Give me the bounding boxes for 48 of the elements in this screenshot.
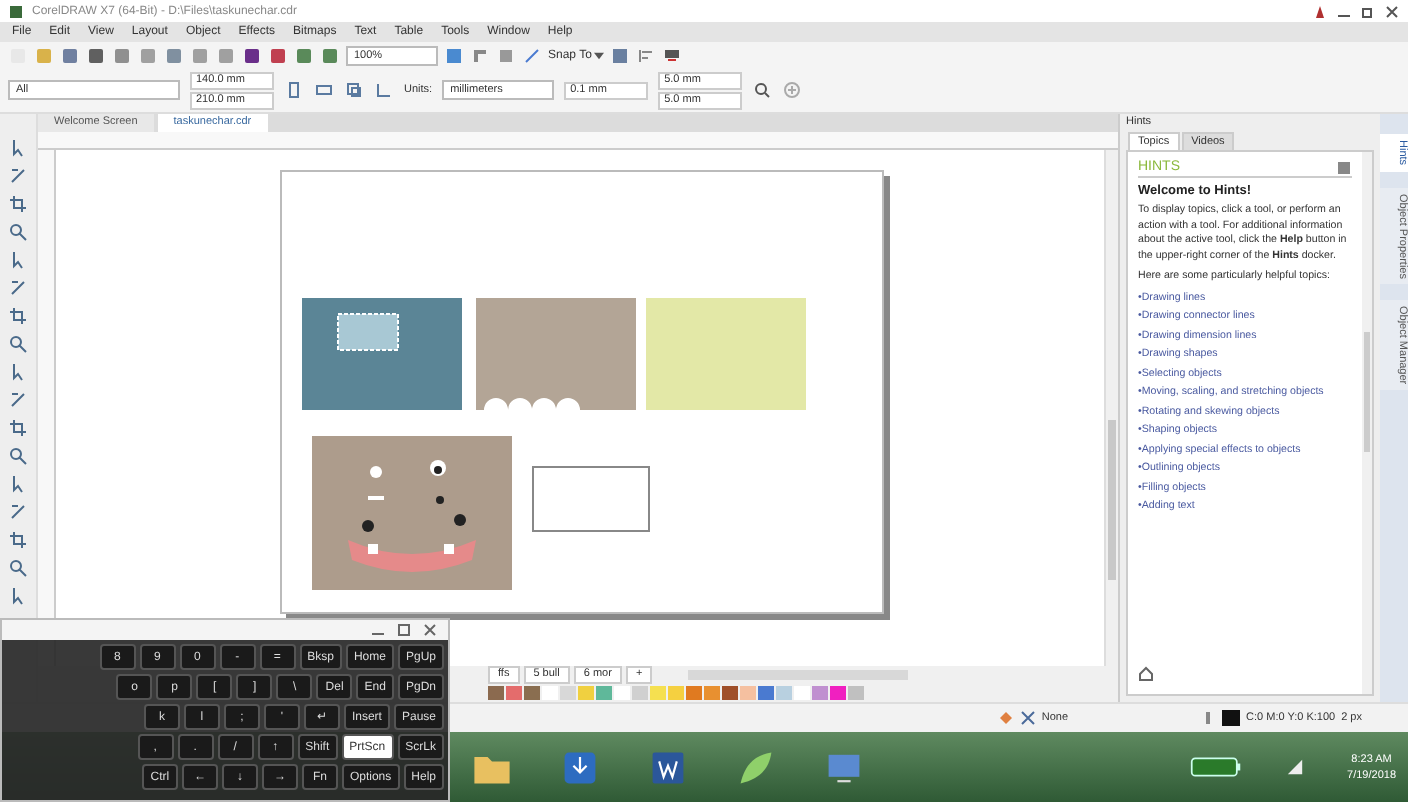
- color-swatch[interactable]: [758, 686, 774, 700]
- color-swatch[interactable]: [776, 686, 792, 700]
- battery-icon[interactable]: [1189, 756, 1242, 778]
- restore-icon[interactable]: [396, 622, 412, 638]
- restore-icon[interactable]: [1360, 3, 1376, 19]
- outlined-rectangle: [532, 466, 650, 532]
- app-logo-icon: [8, 3, 24, 19]
- color-swatch[interactable]: [488, 686, 504, 700]
- caret-icon[interactable]: [593, 51, 604, 59]
- color-swatch[interactable]: [542, 686, 558, 700]
- color-swatch[interactable]: [794, 686, 810, 700]
- alignment-icon[interactable]: [635, 45, 656, 65]
- color-swatch[interactable]: [578, 686, 594, 700]
- color-swatch[interactable]: [614, 686, 630, 700]
- portrait-icon[interactable]: [284, 80, 304, 100]
- zoom-icon[interactable]: [752, 80, 773, 100]
- zoom-icon[interactable]: [8, 222, 28, 242]
- color-swatch[interactable]: [506, 686, 522, 700]
- color-swatch[interactable]: [848, 686, 864, 700]
- color-swatch[interactable]: [704, 686, 720, 700]
- all-pages-icon[interactable]: [344, 80, 364, 100]
- crop-icon[interactable]: [8, 194, 28, 214]
- monitor-icon[interactable]: [661, 45, 682, 65]
- color-swatch[interactable]: [524, 686, 540, 700]
- signal-icon[interactable]: [1285, 758, 1304, 776]
- outline-color-swatch: [1222, 710, 1241, 726]
- color-swatch[interactable]: [722, 686, 738, 700]
- horizontal-scrollbar[interactable]: [688, 670, 909, 680]
- no-fill-icon: [1019, 710, 1036, 726]
- color-swatch[interactable]: [560, 686, 576, 700]
- close-icon[interactable]: [422, 622, 438, 638]
- close-icon[interactable]: [1384, 3, 1400, 19]
- vertical-scrollbar[interactable]: [1104, 150, 1118, 666]
- home-icon[interactable]: [1138, 666, 1154, 682]
- docker-scrollbar[interactable]: [1362, 152, 1372, 694]
- color-swatch[interactable]: [596, 686, 612, 700]
- color-swatch[interactable]: [686, 686, 702, 700]
- color-swatch[interactable]: [830, 686, 846, 700]
- guidelines-icon[interactable]: [522, 45, 542, 65]
- current-page-icon[interactable]: [374, 80, 394, 100]
- fill-bucket-icon: [997, 710, 1014, 726]
- color-swatch[interactable]: [740, 686, 756, 700]
- color-swatch[interactable]: [812, 686, 828, 700]
- color-swatch[interactable]: [668, 686, 684, 700]
- add-icon[interactable]: [782, 80, 803, 100]
- color-swatch[interactable]: [632, 686, 648, 700]
- landscape-icon[interactable]: [314, 80, 334, 100]
- color-swatch[interactable]: [650, 686, 666, 700]
